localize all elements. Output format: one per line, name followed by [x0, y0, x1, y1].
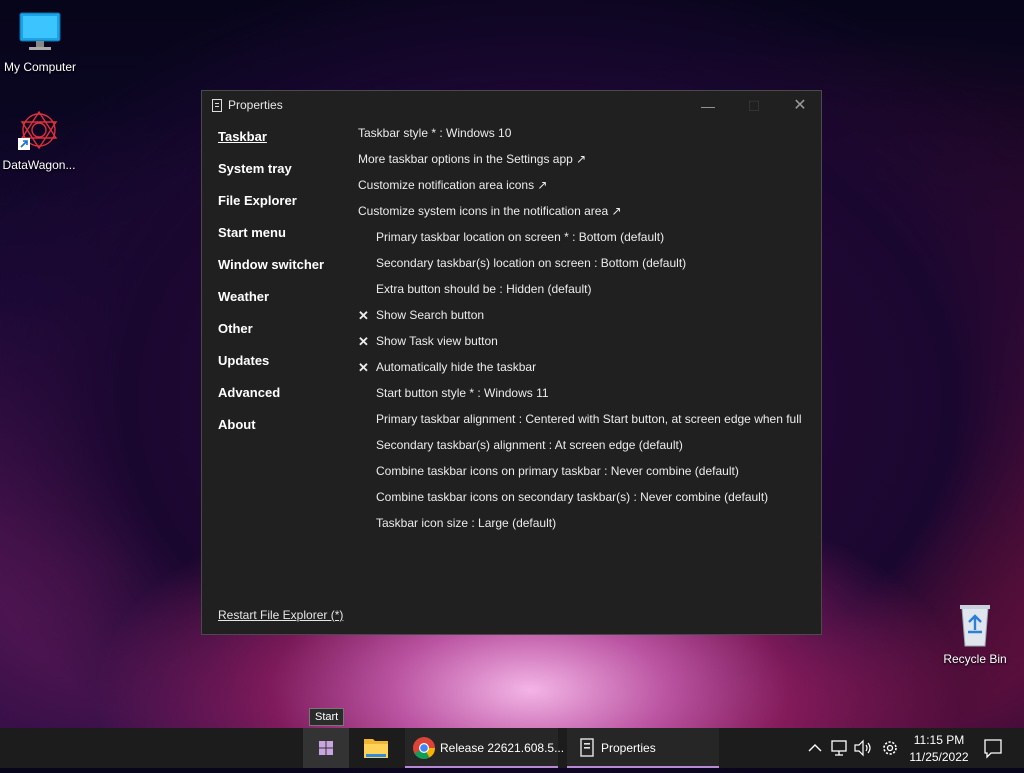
minimize-button[interactable]: — [685, 91, 731, 121]
file-explorer-button[interactable] [352, 728, 400, 768]
nav-item-window-switcher[interactable]: Window switcher [218, 257, 324, 289]
setting-secondary-location[interactable]: Secondary taskbar(s) location on screen … [358, 256, 802, 282]
nav-item-advanced[interactable]: Advanced [218, 385, 324, 417]
network-icon [831, 740, 847, 756]
properties-window: Properties — ☐ ✕ Taskbar System tray Fil… [201, 90, 822, 635]
properties-icon [580, 738, 594, 757]
taskbar: Release 22621.608.5... Properties 11:15 … [0, 728, 1024, 768]
desktop-icon-label: DataWagon... [2, 158, 76, 172]
nav-item-about[interactable]: About [218, 417, 324, 449]
setting-label: Extra button should be : Hidden (default… [376, 282, 592, 296]
setting-combine-primary[interactable]: Combine taskbar icons on primary taskbar… [358, 464, 802, 490]
notification-icon [984, 739, 1002, 759]
setting-start-button-style[interactable]: Start button style * : Windows 11 [358, 386, 802, 412]
maximize-button[interactable]: ☐ [731, 91, 777, 121]
setting-primary-location[interactable]: Primary taskbar location on screen * : B… [358, 230, 802, 256]
window-titlebar[interactable]: Properties — ☐ ✕ [202, 91, 821, 121]
setting-system-icons-link[interactable]: Customize system icons in the notificati… [358, 204, 802, 230]
show-hidden-icons-button[interactable] [804, 728, 826, 768]
speaker-icon [854, 739, 871, 757]
windows-logo-icon [319, 741, 333, 755]
nav-item-start-menu[interactable]: Start menu [218, 225, 324, 257]
properties-app-icon [212, 99, 222, 112]
setting-show-task-view-button[interactable]: ✕ Show Task view button [358, 334, 802, 360]
setting-label: Customize system icons in the notificati… [358, 204, 622, 218]
setting-label: Secondary taskbar(s) location on screen … [376, 256, 687, 270]
properties-window-title: Properties [601, 741, 656, 755]
setting-auto-hide-taskbar[interactable]: ✕ Automatically hide the taskbar [358, 360, 802, 386]
chrome-taskbar-button[interactable]: Release 22621.608.5... [405, 728, 564, 768]
nav-item-other[interactable]: Other [218, 321, 324, 353]
clock-time: 11:15 PM [913, 733, 965, 747]
volume-button[interactable] [852, 728, 874, 768]
checked-x-icon: ✕ [358, 360, 369, 375]
restart-file-explorer-link[interactable]: Restart File Explorer (*) [218, 608, 343, 622]
setting-label: Combine taskbar icons on primary taskbar… [376, 464, 739, 478]
clock-button[interactable]: 11:15 PM 11/25/2022 [906, 728, 972, 768]
folder-icon [364, 739, 388, 758]
setting-label: More taskbar options in the Settings app… [358, 152, 587, 166]
monitor-icon [17, 10, 63, 56]
setting-label: Secondary taskbar(s) alignment : At scre… [376, 438, 683, 452]
category-nav: Taskbar System tray File Explorer Start … [218, 129, 324, 449]
setting-label: Taskbar style * : Windows 10 [358, 126, 512, 140]
clock-date: 11/25/2022 [909, 750, 969, 764]
close-button[interactable]: ✕ [777, 91, 823, 121]
setting-primary-alignment[interactable]: Primary taskbar alignment : Centered wit… [358, 412, 802, 438]
nav-item-file-explorer[interactable]: File Explorer [218, 193, 324, 225]
datawagon-icon [16, 108, 62, 154]
setting-label: Primary taskbar location on screen * : B… [376, 230, 665, 244]
setting-settings-app-link[interactable]: More taskbar options in the Settings app… [358, 152, 802, 178]
nav-item-system-tray[interactable]: System tray [218, 161, 324, 193]
setting-extra-button[interactable]: Extra button should be : Hidden (default… [358, 282, 802, 308]
recycle-bin-icon [952, 602, 998, 648]
setting-secondary-alignment[interactable]: Secondary taskbar(s) alignment : At scre… [358, 438, 802, 464]
nav-item-taskbar[interactable]: Taskbar [218, 129, 324, 161]
setting-label: Start button style * : Windows 11 [376, 386, 549, 400]
desktop-icon-label: Recycle Bin [943, 652, 1007, 666]
nav-item-weather[interactable]: Weather [218, 289, 324, 321]
chrome-icon [413, 737, 435, 759]
checked-x-icon: ✕ [358, 308, 369, 323]
setting-label: Automatically hide the taskbar [376, 360, 537, 374]
setting-combine-secondary[interactable]: Combine taskbar icons on secondary taskb… [358, 490, 802, 516]
settings-list: Taskbar style * : Windows 10 More taskba… [358, 126, 802, 542]
settings-button[interactable] [878, 728, 902, 768]
nav-item-updates[interactable]: Updates [218, 353, 324, 385]
setting-label: Show Task view button [376, 334, 498, 348]
desktop-icon-datawagon[interactable]: DataWagon... [0, 108, 79, 172]
start-tooltip: Start [309, 708, 345, 726]
checked-x-icon: ✕ [358, 334, 369, 349]
setting-label: Primary taskbar alignment : Centered wit… [376, 412, 802, 426]
setting-label: Show Search button [376, 308, 485, 322]
desktop-icon-my-computer[interactable]: My Computer [0, 10, 80, 74]
setting-label: Taskbar icon size : Large (default) [376, 516, 557, 530]
setting-taskbar-style[interactable]: Taskbar style * : Windows 10 [358, 126, 802, 152]
desktop-icon-label: My Computer [3, 60, 77, 74]
network-button[interactable] [828, 728, 850, 768]
action-center-button[interactable] [978, 728, 1008, 768]
desktop-icon-recycle-bin[interactable]: Recycle Bin [935, 602, 1015, 666]
gear-icon [883, 741, 897, 755]
properties-taskbar-button[interactable]: Properties [567, 728, 719, 768]
window-title: Properties [228, 98, 283, 112]
setting-label: Combine taskbar icons on secondary taskb… [376, 490, 769, 504]
start-button[interactable] [303, 728, 349, 768]
chrome-window-title: Release 22621.608.5... [440, 741, 565, 755]
setting-icon-size[interactable]: Taskbar icon size : Large (default) [358, 516, 802, 542]
chevron-up-icon [808, 744, 822, 752]
setting-show-search-button[interactable]: ✕ Show Search button [358, 308, 802, 334]
setting-label: Customize notification area icons ↗ [358, 178, 548, 192]
setting-notification-icons-link[interactable]: Customize notification area icons ↗ [358, 178, 802, 204]
